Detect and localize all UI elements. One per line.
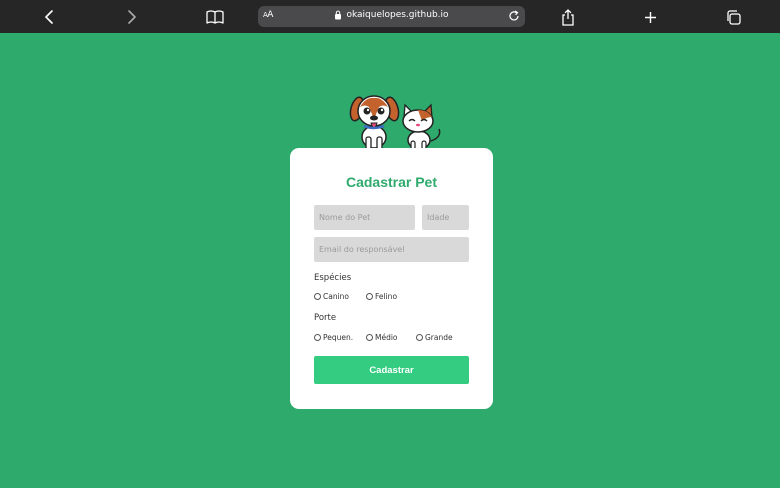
radio-circle-icon[interactable] — [416, 334, 423, 341]
register-pet-card: Cadastrar Pet Nome do Pet Idade Email do… — [290, 148, 493, 409]
chevron-left-icon[interactable] — [38, 6, 60, 28]
species-radio-canino[interactable]: Canino — [314, 292, 349, 301]
pets-illustration — [349, 95, 441, 150]
share-icon[interactable] — [557, 6, 579, 28]
size-option-label: Grande — [425, 333, 453, 342]
species-radio-felino[interactable]: Felino — [366, 292, 397, 301]
size-option-label: Médio — [375, 333, 398, 342]
card-title: Cadastrar Pet — [345, 174, 438, 190]
submit-button[interactable]: Cadastrar — [314, 356, 469, 384]
radio-circle-icon[interactable] — [366, 334, 373, 341]
url-text: okaiquelopes.github.io — [346, 10, 449, 20]
size-radio-medio[interactable]: Médio — [366, 333, 398, 342]
browser-toolbar: AA okaiquelopes.github.io — [0, 0, 780, 33]
cat-icon — [402, 103, 441, 150]
radio-circle-icon[interactable] — [314, 334, 321, 341]
plus-icon[interactable] — [639, 6, 661, 28]
lock-icon — [335, 10, 342, 20]
size-option-label: Pequen. — [323, 333, 354, 342]
address-bar[interactable]: AA okaiquelopes.github.io — [258, 6, 525, 27]
owner-email-input[interactable]: Email do responsável — [314, 237, 469, 262]
size-radio-grande[interactable]: Grande — [416, 333, 453, 342]
radio-circle-icon[interactable] — [314, 293, 321, 300]
pet-name-input[interactable]: Nome do Pet — [314, 205, 415, 230]
radio-circle-icon[interactable] — [366, 293, 373, 300]
dog-icon — [349, 95, 400, 150]
species-option-label: Canino — [323, 292, 350, 301]
pet-age-input[interactable]: Idade — [422, 205, 469, 230]
size-label: Porte — [314, 313, 337, 323]
species-label: Espécies — [314, 273, 352, 283]
book-icon[interactable] — [204, 6, 226, 28]
tabs-icon[interactable] — [722, 6, 744, 28]
species-option-label: Felino — [375, 292, 398, 301]
size-radio-pequeno[interactable]: Pequen. — [314, 333, 353, 342]
reload-icon[interactable] — [507, 9, 521, 23]
chevron-right-icon[interactable] — [121, 6, 143, 28]
